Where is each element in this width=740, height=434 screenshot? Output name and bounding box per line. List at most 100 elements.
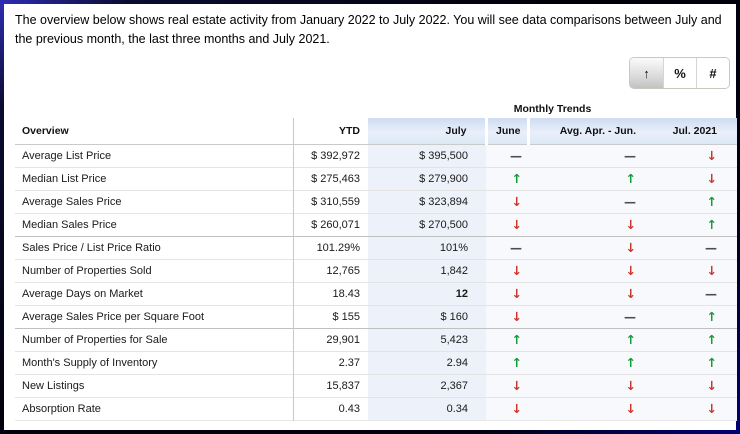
- avg-apr-jun-trend: —: [528, 305, 660, 328]
- column-header-row: Overview YTD July June Avg. Apr. - Jun. …: [15, 118, 737, 144]
- trend-flat-icon: —: [624, 310, 636, 324]
- header-spacer: [15, 99, 368, 118]
- june-trend: ↑: [486, 167, 528, 190]
- table-row: Average List Price$ 392,972$ 395,500——↓: [15, 144, 737, 167]
- trend-down-icon: ↓: [707, 378, 717, 393]
- number-view-button[interactable]: #: [696, 58, 729, 88]
- ytd-value: 0.43: [293, 397, 368, 420]
- july-value: $ 323,894: [368, 190, 486, 213]
- trend-down-icon: ↓: [707, 148, 717, 163]
- ytd-value: 18.43: [293, 282, 368, 305]
- june-trend: ↑: [486, 351, 528, 374]
- trend-down-icon: ↓: [512, 401, 522, 416]
- table-row: New Listings15,8372,367 ↓ ↓ ↓: [15, 374, 737, 397]
- ytd-value: $ 155: [293, 305, 368, 328]
- monthly-trends-row: Monthly Trends: [15, 99, 737, 118]
- july-value: $ 279,900: [368, 167, 486, 190]
- trend-flat-icon: —: [624, 195, 636, 209]
- avg-apr-jun-trend: ↓: [528, 236, 660, 259]
- july-value: $ 395,500: [368, 144, 486, 167]
- trend-down-icon: ↓: [626, 217, 636, 232]
- jul-2021-trend: ↓: [660, 144, 737, 167]
- column-header-june: June: [486, 118, 528, 144]
- trend-down-icon: ↓: [512, 286, 522, 301]
- trend-flat-icon: —: [705, 287, 717, 301]
- column-header-overview: Overview: [15, 118, 293, 144]
- june-trend: ↓: [486, 305, 528, 328]
- trend-flat-icon: —: [510, 241, 522, 255]
- ytd-value: $ 275,463: [293, 167, 368, 190]
- metric-label: Average Days on Market: [15, 282, 293, 305]
- jul-2021-trend: ↑: [660, 351, 737, 374]
- trend-down-icon: ↓: [626, 263, 636, 278]
- trend-down-icon: ↓: [512, 378, 522, 393]
- trend-up-icon: ↑: [707, 332, 717, 347]
- ytd-value: $ 260,071: [293, 213, 368, 236]
- trend-up-icon: ↑: [707, 194, 717, 209]
- trend-arrows-view-button[interactable]: ↑: [630, 58, 663, 88]
- metric-label: Month's Supply of Inventory: [15, 351, 293, 374]
- june-trend: ↑: [486, 328, 528, 351]
- trend-up-icon: ↑: [512, 355, 522, 370]
- overview-table: Monthly Trends Overview YTD July June Av…: [15, 99, 737, 421]
- avg-apr-jun-trend: ↓: [528, 374, 660, 397]
- ytd-value: $ 392,972: [293, 144, 368, 167]
- jul-2021-trend: ↑: [660, 328, 737, 351]
- view-toggle-group: ↑%#: [629, 57, 730, 89]
- trend-flat-icon: —: [624, 149, 636, 163]
- avg-apr-jun-trend: ↑: [528, 167, 660, 190]
- july-value: 0.34: [368, 397, 486, 420]
- jul-2021-trend: ↓: [660, 259, 737, 282]
- metric-label: Number of Properties Sold: [15, 259, 293, 282]
- june-trend: —: [486, 236, 528, 259]
- table-row: Number of Properties for Sale29,9015,423…: [15, 328, 737, 351]
- ytd-value: 12,765: [293, 259, 368, 282]
- ytd-value: 2.37: [293, 351, 368, 374]
- trend-up-icon: ↑: [707, 309, 717, 324]
- trend-down-icon: ↓: [512, 309, 522, 324]
- metric-label: Median Sales Price: [15, 213, 293, 236]
- table-row: Average Sales Price$ 310,559$ 323,894↓—↑: [15, 190, 737, 213]
- percent-view-button[interactable]: %: [663, 58, 696, 88]
- trend-up-icon: ↑: [512, 332, 522, 347]
- avg-apr-jun-trend: ↓: [528, 259, 660, 282]
- monthly-trends-header: Monthly Trends: [368, 99, 737, 118]
- jul-2021-trend: —: [660, 236, 737, 259]
- metric-label: Median List Price: [15, 167, 293, 190]
- ytd-value: 15,837: [293, 374, 368, 397]
- metric-label: Average List Price: [15, 144, 293, 167]
- table-row: Median Sales Price$ 260,071$ 270,500↓↓↑: [15, 213, 737, 236]
- trend-down-icon: ↓: [512, 217, 522, 232]
- trend-up-icon: ↑: [707, 355, 717, 370]
- table-row: Number of Properties Sold12,7651,842↓↓↓: [15, 259, 737, 282]
- july-value: 101%: [368, 236, 486, 259]
- trend-up-icon: ↑: [512, 171, 522, 186]
- june-trend: ↓: [486, 374, 528, 397]
- report-frame: The overview below shows real estate act…: [0, 0, 740, 434]
- table-row: Average Days on Market18.4312↓↓—: [15, 282, 737, 305]
- jul-2021-trend: ↑: [660, 213, 737, 236]
- avg-apr-jun-trend: —: [528, 190, 660, 213]
- table-row: Median List Price$ 275,463$ 279,900 ↑ ↑ ↓: [15, 167, 737, 190]
- trend-down-icon: ↓: [626, 240, 636, 255]
- july-value: 2,367: [368, 374, 486, 397]
- metric-label: New Listings: [15, 374, 293, 397]
- trend-down-icon: ↓: [707, 401, 717, 416]
- ytd-value: 101.29%: [293, 236, 368, 259]
- june-trend: ↓: [486, 397, 528, 420]
- july-value: 1,842: [368, 259, 486, 282]
- metric-label: Average Sales Price per Square Foot: [15, 305, 293, 328]
- table-row: Month's Supply of Inventory2.372.94↑↑↑: [15, 351, 737, 374]
- trend-up-icon: ↑: [626, 332, 636, 347]
- jul-2021-trend: —: [660, 282, 737, 305]
- metric-label: Average Sales Price: [15, 190, 293, 213]
- june-trend: ↓: [486, 282, 528, 305]
- trend-down-icon: ↓: [626, 286, 636, 301]
- trend-down-icon: ↓: [707, 171, 717, 186]
- june-trend: ↓: [486, 213, 528, 236]
- ytd-value: 29,901: [293, 328, 368, 351]
- table-row: Absorption Rate0.430.34↓↓↓: [15, 397, 737, 420]
- avg-apr-jun-trend: ↓: [528, 282, 660, 305]
- avg-apr-jun-trend: ↓: [528, 397, 660, 420]
- trend-flat-icon: —: [705, 241, 717, 255]
